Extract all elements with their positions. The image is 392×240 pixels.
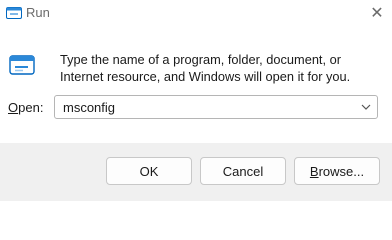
open-label-access-key: O	[8, 100, 19, 115]
button-bar: OK Cancel Browse...	[0, 143, 392, 201]
close-icon: ✕	[370, 5, 384, 22]
open-input[interactable]	[55, 96, 351, 118]
title-bar[interactable]: Run ✕	[0, 0, 392, 26]
run-icon	[9, 55, 35, 77]
ok-button[interactable]: OK	[106, 157, 192, 185]
window-title: Run	[26, 5, 50, 20]
open-label-rest: pen:	[18, 100, 44, 115]
run-dialog: Run ✕ Type the name of a program, folder…	[0, 0, 392, 201]
browse-access-key: B	[309, 163, 319, 179]
browse-button[interactable]: Browse...	[294, 157, 380, 185]
browse-label-rest: rowse...	[318, 163, 365, 179]
open-label: Open:	[8, 100, 43, 115]
description-text: Type the name of a program, folder, docu…	[60, 52, 351, 84]
cancel-button[interactable]: Cancel	[200, 157, 286, 185]
chevron-down-icon[interactable]	[359, 100, 373, 114]
run-icon	[6, 6, 22, 20]
open-combobox[interactable]	[54, 95, 378, 119]
close-button[interactable]: ✕	[362, 0, 392, 26]
